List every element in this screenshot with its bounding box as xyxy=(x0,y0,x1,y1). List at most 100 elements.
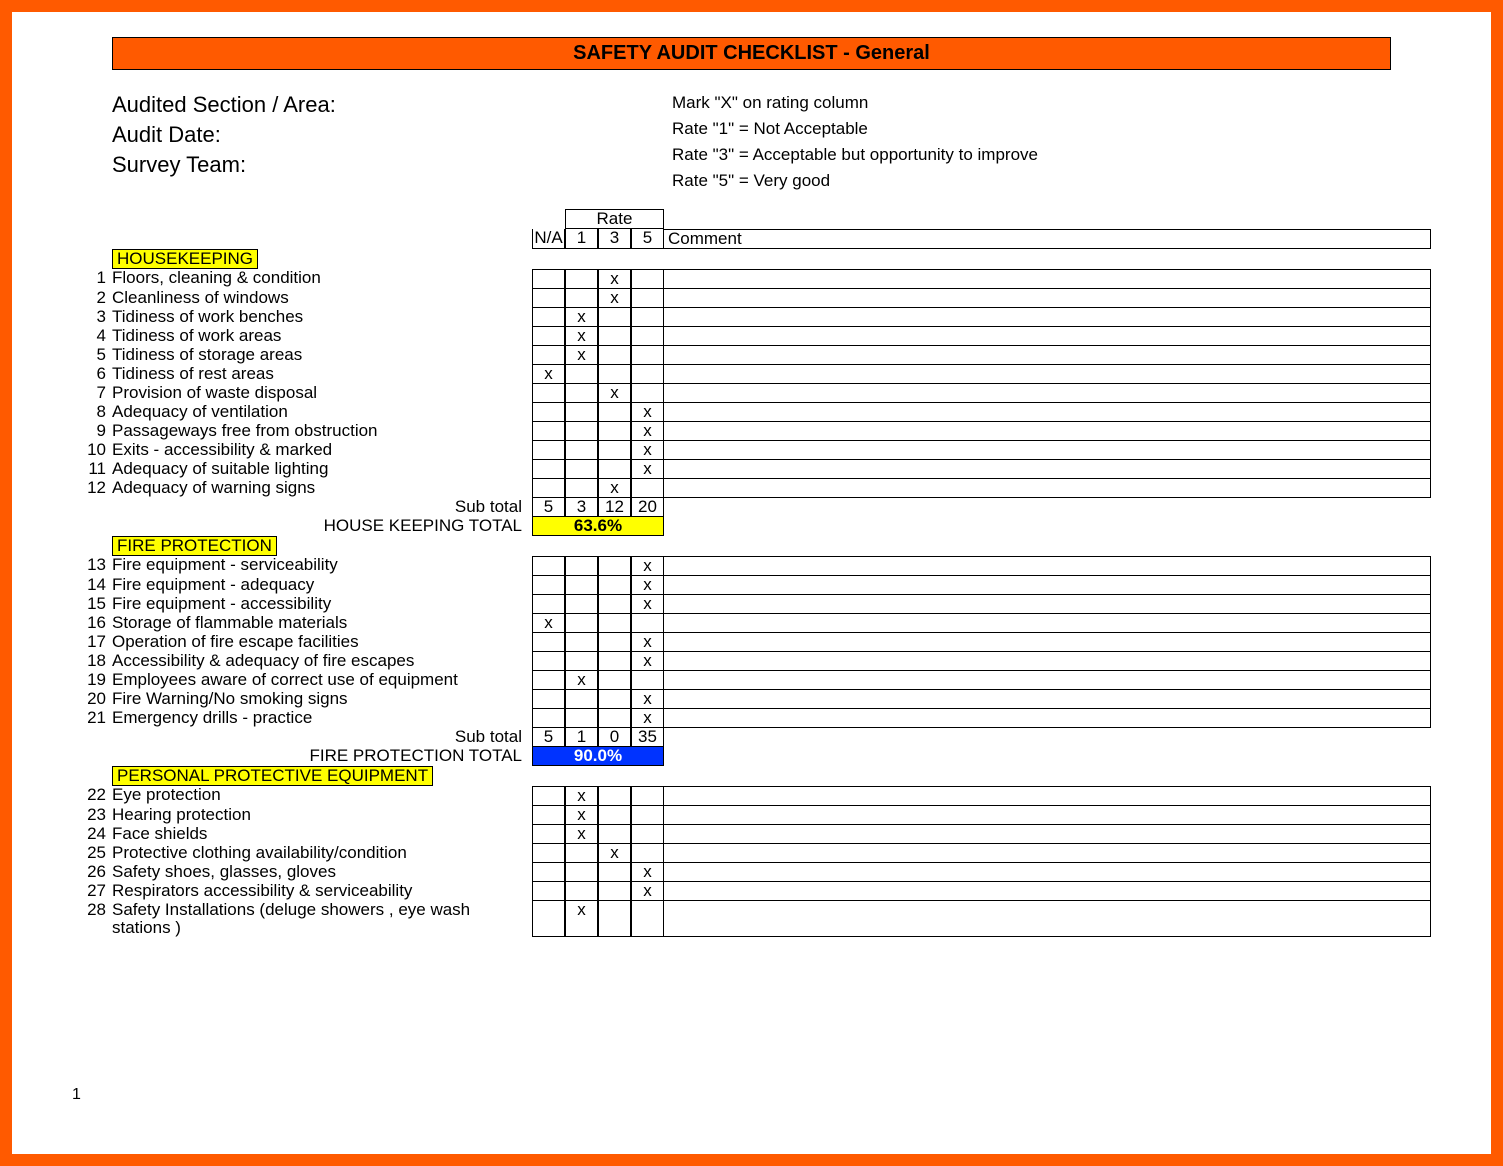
rating-cell[interactable] xyxy=(631,384,664,403)
rating-cell[interactable] xyxy=(532,901,565,937)
rating-cell[interactable] xyxy=(631,901,664,937)
rating-cell[interactable] xyxy=(532,556,565,576)
rating-cell[interactable] xyxy=(598,652,631,671)
rating-cell[interactable] xyxy=(532,844,565,863)
comment-cell[interactable] xyxy=(664,595,1431,614)
rating-cell[interactable] xyxy=(598,460,631,479)
rating-cell[interactable] xyxy=(565,652,598,671)
rating-cell[interactable] xyxy=(565,690,598,709)
rating-cell[interactable] xyxy=(532,384,565,403)
rating-cell[interactable]: x xyxy=(631,633,664,652)
rating-cell[interactable] xyxy=(532,403,565,422)
rating-cell[interactable] xyxy=(598,882,631,901)
rating-cell[interactable] xyxy=(598,786,631,806)
rating-cell[interactable] xyxy=(598,556,631,576)
rating-cell[interactable] xyxy=(565,441,598,460)
rating-cell[interactable] xyxy=(532,479,565,498)
rating-cell[interactable] xyxy=(532,671,565,690)
rating-cell[interactable] xyxy=(532,786,565,806)
rating-cell[interactable] xyxy=(598,576,631,595)
comment-cell[interactable] xyxy=(664,479,1431,498)
rating-cell[interactable] xyxy=(565,479,598,498)
rating-cell[interactable]: x xyxy=(598,269,631,289)
rating-cell[interactable] xyxy=(631,346,664,365)
rating-cell[interactable] xyxy=(631,614,664,633)
comment-cell[interactable] xyxy=(664,806,1431,825)
comment-cell[interactable] xyxy=(664,671,1431,690)
rating-cell[interactable] xyxy=(532,308,565,327)
rating-cell[interactable] xyxy=(598,690,631,709)
rating-cell[interactable] xyxy=(565,289,598,308)
rating-cell[interactable] xyxy=(598,595,631,614)
rating-cell[interactable] xyxy=(598,346,631,365)
rating-cell[interactable] xyxy=(565,422,598,441)
rating-cell[interactable]: x xyxy=(631,556,664,576)
rating-cell[interactable] xyxy=(598,709,631,728)
comment-cell[interactable] xyxy=(664,346,1431,365)
rating-cell[interactable] xyxy=(598,403,631,422)
rating-cell[interactable] xyxy=(565,365,598,384)
comment-cell[interactable] xyxy=(664,384,1431,403)
rating-cell[interactable] xyxy=(631,671,664,690)
comment-cell[interactable] xyxy=(664,614,1431,633)
rating-cell[interactable] xyxy=(532,825,565,844)
rating-cell[interactable]: x xyxy=(631,882,664,901)
rating-cell[interactable]: x xyxy=(631,595,664,614)
rating-cell[interactable] xyxy=(565,614,598,633)
rating-cell[interactable]: x xyxy=(631,403,664,422)
rating-cell[interactable] xyxy=(598,901,631,937)
comment-cell[interactable] xyxy=(664,652,1431,671)
comment-cell[interactable] xyxy=(664,460,1431,479)
comment-cell[interactable] xyxy=(664,825,1431,844)
rating-cell[interactable]: x xyxy=(631,709,664,728)
rating-cell[interactable] xyxy=(598,806,631,825)
comment-cell[interactable] xyxy=(664,844,1431,863)
rating-cell[interactable]: x xyxy=(631,460,664,479)
rating-cell[interactable] xyxy=(598,327,631,346)
rating-cell[interactable]: x xyxy=(631,690,664,709)
comment-cell[interactable] xyxy=(664,308,1431,327)
rating-cell[interactable] xyxy=(565,556,598,576)
comment-cell[interactable] xyxy=(664,901,1431,937)
rating-cell[interactable]: x xyxy=(565,825,598,844)
rating-cell[interactable] xyxy=(565,460,598,479)
comment-cell[interactable] xyxy=(664,576,1431,595)
rating-cell[interactable] xyxy=(532,576,565,595)
rating-cell[interactable] xyxy=(598,614,631,633)
rating-cell[interactable] xyxy=(565,269,598,289)
rating-cell[interactable] xyxy=(532,652,565,671)
comment-cell[interactable] xyxy=(664,422,1431,441)
comment-cell[interactable] xyxy=(664,633,1431,652)
rating-cell[interactable] xyxy=(532,346,565,365)
rating-cell[interactable] xyxy=(565,709,598,728)
rating-cell[interactable] xyxy=(532,863,565,882)
rating-cell[interactable]: x xyxy=(565,346,598,365)
rating-cell[interactable] xyxy=(532,806,565,825)
rating-cell[interactable]: x xyxy=(598,289,631,308)
rating-cell[interactable] xyxy=(598,441,631,460)
rating-cell[interactable] xyxy=(532,709,565,728)
comment-cell[interactable] xyxy=(664,327,1431,346)
comment-cell[interactable] xyxy=(664,289,1431,308)
rating-cell[interactable]: x xyxy=(532,614,565,633)
rating-cell[interactable]: x xyxy=(631,422,664,441)
rating-cell[interactable] xyxy=(631,365,664,384)
rating-cell[interactable] xyxy=(532,690,565,709)
rating-cell[interactable] xyxy=(598,633,631,652)
rating-cell[interactable] xyxy=(565,633,598,652)
comment-cell[interactable] xyxy=(664,786,1431,806)
rating-cell[interactable]: x xyxy=(631,441,664,460)
rating-cell[interactable] xyxy=(598,365,631,384)
comment-cell[interactable] xyxy=(664,709,1431,728)
rating-cell[interactable] xyxy=(532,633,565,652)
rating-cell[interactable] xyxy=(532,882,565,901)
rating-cell[interactable] xyxy=(598,422,631,441)
rating-cell[interactable] xyxy=(631,825,664,844)
rating-cell[interactable] xyxy=(631,844,664,863)
rating-cell[interactable] xyxy=(532,460,565,479)
rating-cell[interactable]: x xyxy=(565,806,598,825)
comment-cell[interactable] xyxy=(664,556,1431,576)
rating-cell[interactable] xyxy=(532,595,565,614)
rating-cell[interactable]: x xyxy=(598,384,631,403)
rating-cell[interactable] xyxy=(631,269,664,289)
